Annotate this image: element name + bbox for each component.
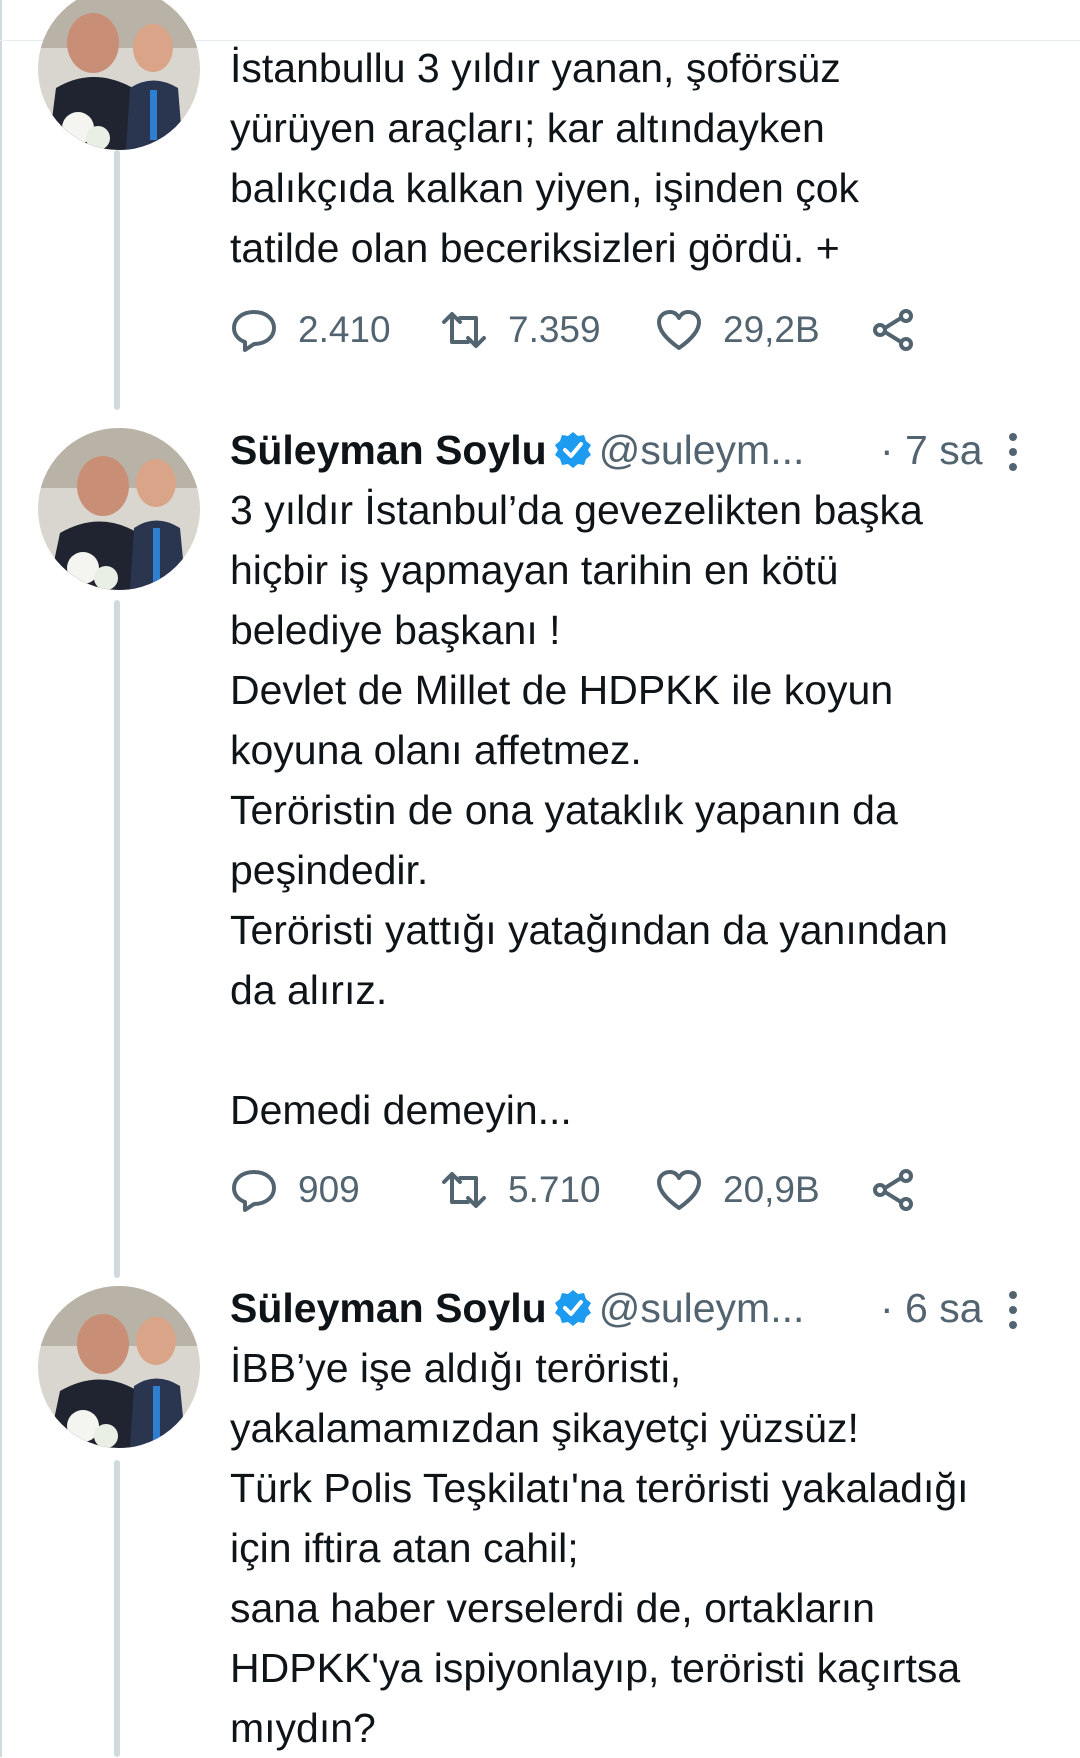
more-icon[interactable] [1008,1290,1018,1330]
more-icon[interactable] [1008,432,1018,472]
page-left-border [0,0,2,1757]
retweet-icon [442,312,486,348]
author-name[interactable]: Süleyman Soylu [230,1285,547,1331]
tweet-header: Süleyman Soylu @suleym... · 6 sa [230,1278,1060,1338]
avatar[interactable] [38,0,200,150]
author-name[interactable]: Süleyman Soylu [230,427,547,473]
verified-badge-icon [554,1290,591,1326]
reply-count: 2.410 [298,309,391,350]
tweet-text: İstanbullu 3 yıldır yanan, şoförsüz yürü… [230,45,860,271]
avatar[interactable] [38,1286,200,1448]
verified-badge-icon [554,432,591,468]
thread-connector [114,600,120,1278]
reply-count: 909 [298,1169,360,1210]
like-icon [657,310,701,350]
retweet-icon [442,1172,486,1208]
reply-icon [232,310,276,352]
tweet-text: İBB’ye işe aldığı teröristi, yakalamamız… [230,1345,969,1751]
tweet-time[interactable]: · 7 sa [880,420,983,480]
thread-connector [114,150,120,410]
share-icon [873,309,913,351]
tweet-text: 3 yıldır İstanbul’da gevezelikten başka … [230,487,948,1133]
avatar[interactable] [38,428,200,590]
like-icon [657,1170,701,1210]
retweet-count: 5.710 [508,1169,601,1210]
tweet-actions: 909 5.710 20,9B [230,1160,1030,1220]
reply-icon [232,1170,276,1212]
author-handle[interactable]: @suleym... [599,1285,805,1331]
thread-connector [114,1460,120,1757]
author-handle[interactable]: @suleym... [599,427,805,473]
like-count: 20,9B [723,1169,820,1210]
tweet-header: Süleyman Soylu @suleym... · 7 sa [230,420,1060,480]
tweet-time[interactable]: · 6 sa [880,1278,983,1338]
share-icon [873,1169,913,1211]
retweet-count: 7.359 [508,309,601,350]
tweet-actions: 2.410 7.359 29,2B [230,300,1030,360]
like-count: 29,2B [723,309,820,350]
